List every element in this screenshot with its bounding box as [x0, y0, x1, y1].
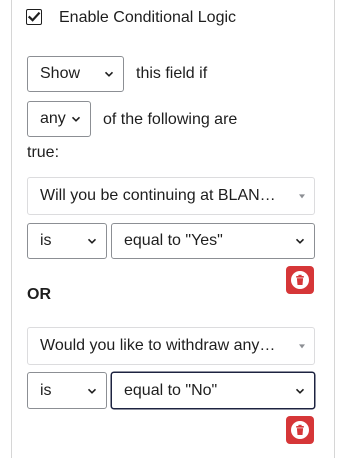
- rule-1-operator-value: is: [40, 232, 52, 249]
- rule-2-delete-button[interactable]: [286, 416, 314, 444]
- trash-icon: [291, 271, 309, 289]
- enable-conditional-logic-checkbox[interactable]: [26, 9, 42, 25]
- chevron-down-icon: [71, 116, 81, 122]
- match-select[interactable]: any: [27, 101, 91, 137]
- rule-1-operator-select[interactable]: is: [27, 223, 107, 259]
- rule-1-value-select[interactable]: equal to "Yes": [111, 223, 315, 259]
- chevron-down-icon: [104, 71, 114, 77]
- rule-2-field-select[interactable]: Would you like to withdraw any…: [27, 327, 315, 365]
- rule-1-field-select[interactable]: Will you be continuing at BLAN…: [27, 177, 315, 215]
- rule-2-field-value: Would you like to withdraw any…: [40, 337, 276, 354]
- rule-2-value-select[interactable]: equal to "No": [111, 372, 315, 409]
- match-suffix-text-continued: true:: [27, 144, 60, 161]
- action-suffix-text: this field if: [136, 65, 208, 82]
- caret-down-icon: [299, 194, 305, 199]
- checkmark-icon: [27, 11, 41, 22]
- rule-1-delete-button[interactable]: [286, 266, 314, 294]
- action-select-value: Show: [40, 65, 81, 82]
- rule-1-value-value: equal to "Yes": [124, 232, 223, 249]
- chevron-down-icon: [295, 388, 305, 394]
- rule-2-operator-value: is: [40, 381, 52, 399]
- match-select-value: any: [40, 110, 66, 127]
- rule-1-field-value: Will you be continuing at BLAN…: [40, 187, 276, 204]
- rule-2-operator-select[interactable]: is: [27, 372, 107, 409]
- chevron-down-icon: [87, 238, 97, 244]
- trash-icon: [291, 421, 309, 439]
- chevron-down-icon: [295, 238, 305, 244]
- chevron-down-icon: [87, 388, 97, 394]
- action-select[interactable]: Show: [27, 56, 124, 92]
- enable-conditional-logic-label: Enable Conditional Logic: [59, 9, 237, 26]
- match-suffix-text: of the following are: [103, 111, 238, 128]
- rule-2-value-value: equal to "No": [124, 381, 218, 399]
- caret-down-icon: [299, 344, 305, 349]
- or-separator: OR: [27, 286, 51, 303]
